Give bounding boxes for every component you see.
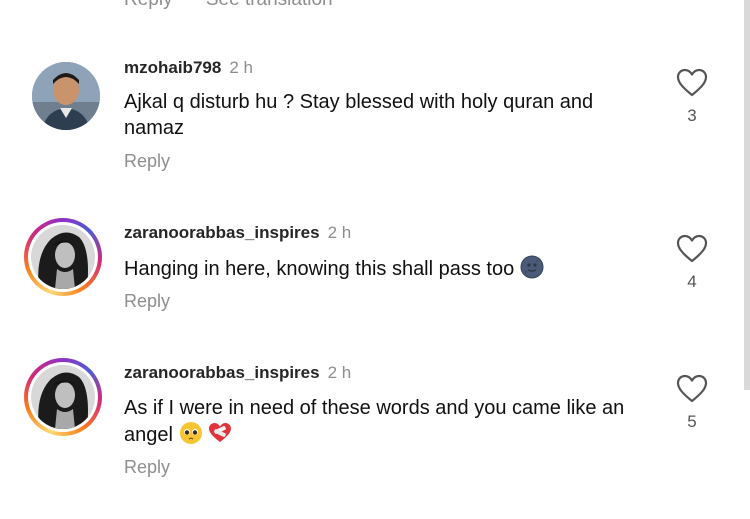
avatar[interactable]: [32, 62, 100, 130]
reply-button[interactable]: Reply: [124, 291, 170, 312]
like-count: 3: [687, 106, 697, 125]
pleading-face-icon: [179, 421, 203, 452]
comment-username[interactable]: zaranoorabbas_inspires 2 h: [124, 223, 351, 243]
reply-button[interactable]: Reply: [124, 151, 170, 172]
new-moon-face-icon: [520, 255, 544, 286]
reply-button[interactable]: Reply: [124, 457, 170, 478]
avatar: [31, 365, 95, 429]
comment-time: 2 h: [229, 58, 253, 77]
mending-heart-icon: [208, 421, 232, 452]
see-translation-link[interactable]: See translation: [206, 0, 333, 10]
scrollbar[interactable]: [744, 0, 750, 390]
comment-text: Ajkal q disturb hu ? Stay blessed with h…: [124, 91, 594, 139]
avatar-story-ring[interactable]: [24, 358, 102, 436]
previous-comment-actions: Reply See translation: [124, 0, 361, 11]
heart-icon[interactable]: [676, 374, 708, 404]
heart-icon[interactable]: [676, 234, 708, 264]
like-count: 4: [687, 272, 697, 291]
heart-icon[interactable]: [676, 68, 708, 98]
avatar-story-ring[interactable]: [24, 218, 102, 296]
comment-text: Hanging in here, knowing this shall pass…: [124, 255, 644, 286]
comment-time: 2 h: [327, 363, 352, 382]
comment-text: As if I were in need of these words and …: [124, 395, 644, 452]
comment-username[interactable]: mzohaib798 2 h: [124, 58, 253, 78]
avatar: [31, 225, 95, 289]
comment-time: 2 h: [327, 223, 352, 242]
previous-reply-link[interactable]: Reply: [124, 0, 173, 10]
comment-username[interactable]: zaranoorabbas_inspires 2 h: [124, 363, 351, 383]
like-count: 5: [687, 412, 697, 431]
